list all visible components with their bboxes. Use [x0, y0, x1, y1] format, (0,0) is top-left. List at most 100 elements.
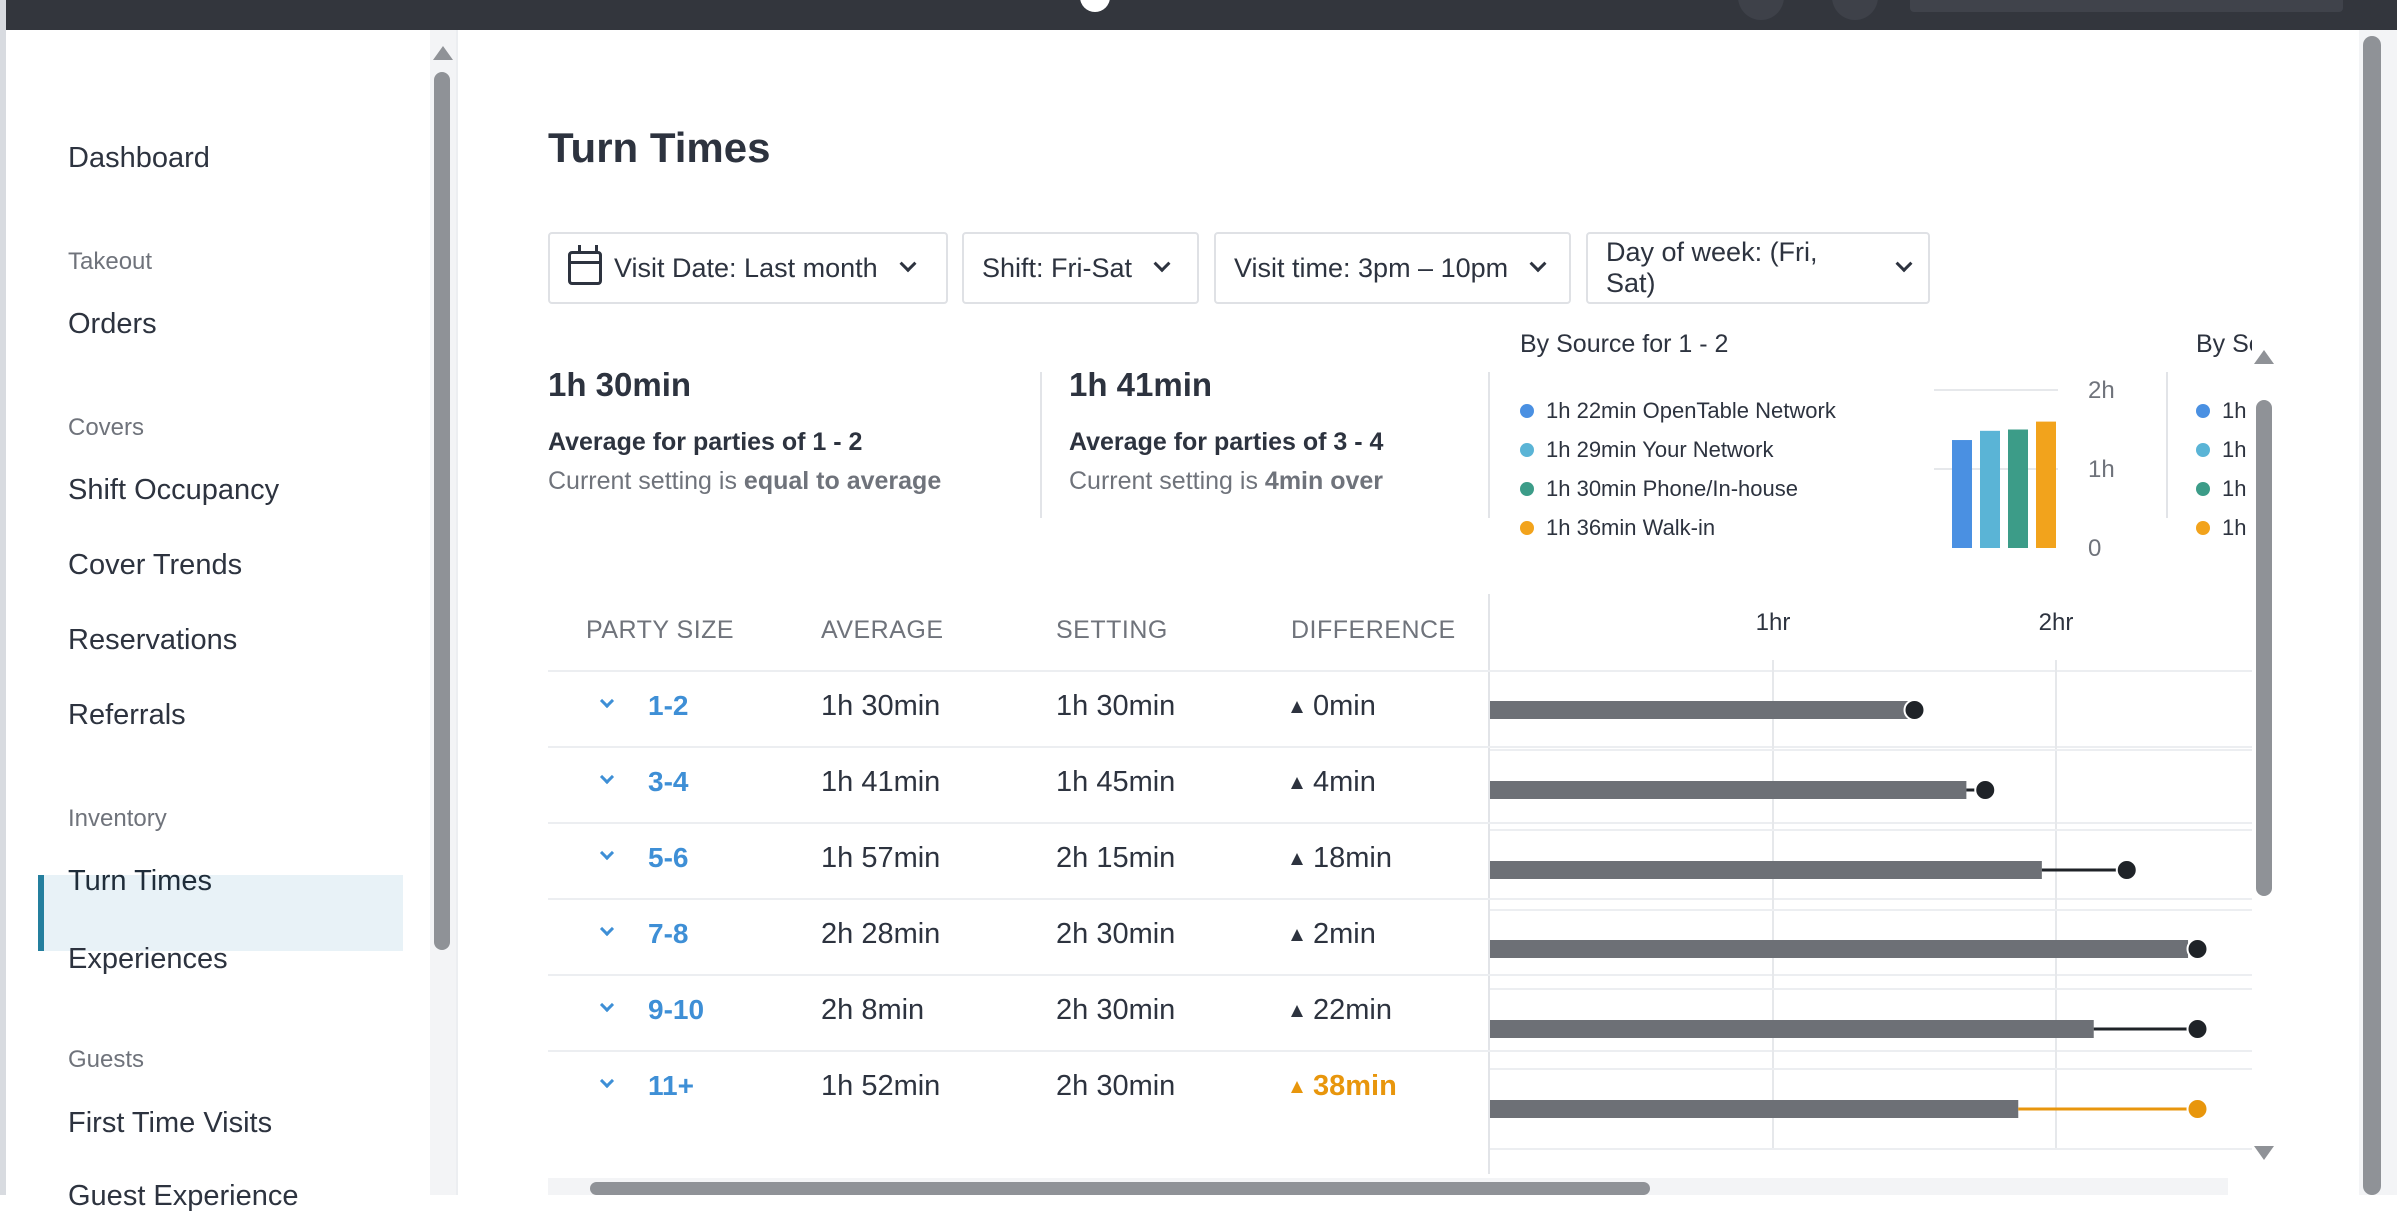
difference-cell: 18min — [1291, 842, 1392, 875]
avg-1-2-sub-value: equal to average — [743, 467, 942, 495]
avg-3-4-sub: Current setting is 4min over — [1069, 467, 1383, 496]
sidebar-scroll-up-arrow[interactable] — [433, 46, 453, 60]
by-source-bar-chart: 2h 1h 0 — [1934, 377, 2115, 560]
sidebar-item-referrals[interactable]: Referrals — [68, 699, 186, 732]
difference-value: 2min — [1313, 918, 1376, 950]
content-horizontal-scrollbar[interactable] — [548, 1178, 2228, 1195]
expand-row-icon[interactable] — [599, 845, 615, 861]
legend-dot — [2196, 521, 2210, 535]
difference-cell: 2min — [1291, 918, 1376, 951]
legend-dot — [1520, 482, 1534, 496]
avg-3-4-sub-value: 4min over — [1264, 467, 1384, 495]
visit-time-filter[interactable]: Visit time: 3pm – 10pm — [1214, 232, 1571, 304]
shift-filter[interactable]: Shift: Fri-Sat — [962, 232, 1199, 304]
sidebar-item-cover-trends[interactable]: Cover Trends — [68, 549, 242, 582]
expand-row-icon[interactable] — [599, 997, 615, 1013]
average-bar — [1490, 940, 2189, 958]
sidebar-item-reservations[interactable]: Reservations — [68, 624, 237, 657]
sidebar-heading-takeout: Takeout — [68, 248, 153, 275]
legend-dot — [2196, 443, 2210, 457]
help-icon[interactable] — [1738, 0, 1784, 20]
chevron-down-icon — [1529, 255, 1547, 273]
axis-tick-label: 0 — [2088, 535, 2101, 560]
source-bar — [2008, 429, 2028, 548]
average-bar — [1490, 1100, 2019, 1118]
window-scroll-thumb[interactable] — [2363, 36, 2381, 1195]
scroll-up-arrow[interactable] — [2254, 350, 2274, 364]
turn-times-bar-chart: 1hr 2hr — [1490, 609, 2252, 1150]
summary-divider — [1040, 372, 1042, 518]
party-size-link[interactable]: 7-8 — [648, 918, 688, 950]
horizontal-scroll-thumb[interactable] — [590, 1182, 1650, 1195]
party-size-link[interactable]: 1-2 — [648, 690, 688, 722]
profile-icon[interactable] — [1832, 0, 1878, 20]
setting-marker — [2186, 1098, 2209, 1120]
column-header-setting[interactable]: SETTING — [1056, 616, 1168, 645]
triangle-up-icon — [1291, 853, 1303, 866]
average-bar — [1490, 861, 2042, 879]
chevron-down-icon — [1895, 255, 1913, 273]
party-size-link[interactable]: 9-10 — [648, 994, 704, 1026]
scroll-down-arrow[interactable] — [2254, 1146, 2274, 1160]
content-vertical-scrollbar[interactable] — [2252, 330, 2280, 1170]
setting-marker — [2186, 1018, 2209, 1040]
day-of-week-label: Day of week: (Fri, Sat) — [1606, 237, 1818, 298]
party-size-link[interactable]: 11+ — [648, 1070, 694, 1102]
vertical-scroll-thumb[interactable] — [2256, 400, 2272, 896]
expand-row-icon[interactable] — [599, 921, 615, 937]
legend-item-truncated: 1h ! — [2196, 398, 2252, 424]
setting-marker — [2115, 859, 2138, 881]
legend-dot — [1520, 521, 1534, 535]
average-cell: 2h 28min — [821, 918, 941, 950]
setting-cell: 2h 15min — [1056, 842, 1176, 874]
column-header-average[interactable]: AVERAGE — [821, 616, 944, 645]
legend-item: 1h 29min Your Network — [1520, 437, 1773, 463]
legend-dot — [2196, 482, 2210, 496]
sidebar-divider — [456, 30, 458, 1195]
legend-label: 1h : — [2222, 437, 2252, 462]
window-scrollbar[interactable] — [2359, 30, 2397, 1195]
legend-item-truncated: 1h ! — [2196, 476, 2252, 502]
expand-row-icon[interactable] — [599, 693, 615, 709]
average-cell: 1h 30min — [821, 690, 941, 722]
setting-marker — [2186, 938, 2209, 960]
axis-tick-label: 2h — [2088, 377, 2115, 404]
source-bar — [1980, 430, 2000, 548]
legend-label: 1h : — [2222, 515, 2252, 540]
setting-cell: 2h 30min — [1056, 918, 1176, 950]
triangle-up-icon — [1291, 1005, 1303, 1018]
expand-row-icon[interactable] — [599, 769, 615, 785]
triangle-up-icon — [1291, 929, 1303, 942]
sidebar-item-orders[interactable]: Orders — [68, 308, 157, 341]
avg-1-2-sub: Current setting is equal to average — [548, 467, 941, 496]
sidebar-heading-guests: Guests — [68, 1046, 145, 1073]
visit-time-label: Visit time: 3pm – 10pm — [1234, 252, 1509, 283]
difference-cell: 22min — [1291, 994, 1392, 1027]
difference-value: 22min — [1313, 994, 1392, 1026]
sidebar-item-turn-times[interactable]: Turn Times — [68, 865, 212, 898]
avg-3-4-sub-prefix: Current setting is — [1069, 467, 1258, 495]
source-divider — [2166, 372, 2168, 518]
restaurant-selector[interactable] — [1910, 0, 2343, 12]
sidebar-item-dashboard[interactable]: Dashboard — [68, 142, 210, 175]
sidebar-item-guest-experience[interactable]: Guest Experience — [68, 1180, 299, 1213]
column-header-difference[interactable]: DIFFERENCE — [1291, 616, 1456, 645]
expand-row-icon[interactable] — [599, 1073, 615, 1089]
legend-label: 1h 30min Phone/In-house — [1546, 476, 1798, 501]
sidebar-heading-covers: Covers — [68, 414, 145, 441]
sidebar-item-experiences[interactable]: Experiences — [68, 943, 228, 976]
sidebar-item-shift-occupancy[interactable]: Shift Occupancy — [68, 474, 279, 507]
chart-tick-label: 2hr — [2039, 609, 2074, 636]
source-bar — [2036, 421, 2056, 548]
party-size-link[interactable]: 3-4 — [648, 766, 688, 798]
visit-date-filter[interactable]: Visit Date: Last month — [548, 232, 948, 304]
column-header-party-size[interactable]: PARTY SIZE — [586, 616, 734, 645]
party-size-link[interactable]: 5-6 — [648, 842, 688, 874]
legend-item-truncated: 1h : — [2196, 515, 2252, 541]
day-of-week-filter[interactable]: Day of week: (Fri, Sat) — [1586, 232, 1930, 304]
sidebar-item-first-time-visits[interactable]: First Time Visits — [68, 1107, 272, 1140]
sidebar-scroll-thumb[interactable] — [434, 72, 450, 950]
difference-value: 0min — [1313, 690, 1376, 722]
legend-label: 1h 22min OpenTable Network — [1546, 398, 1836, 423]
logo — [1080, 0, 1110, 12]
